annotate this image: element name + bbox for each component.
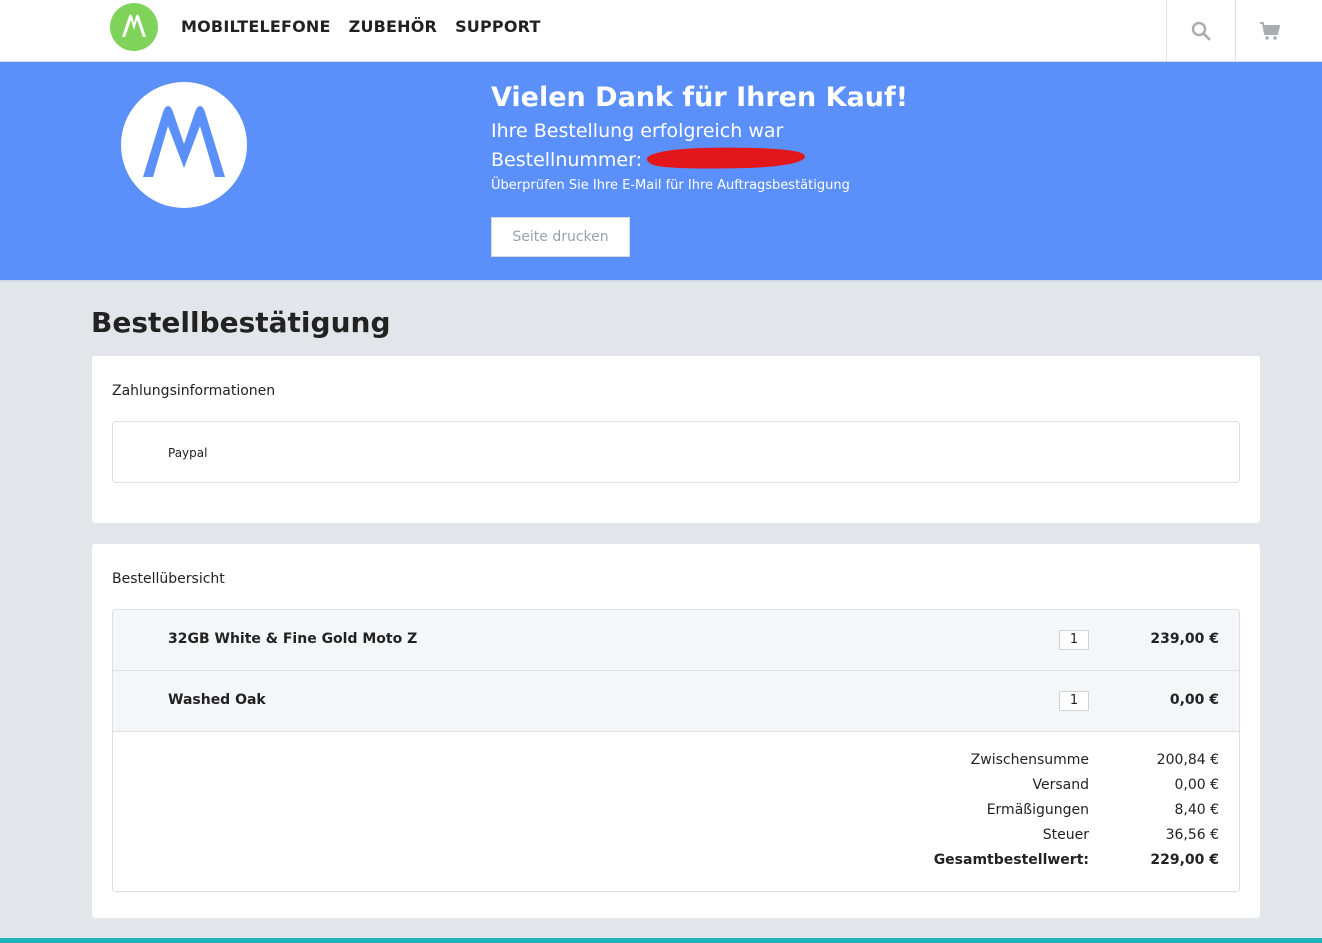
order-number-label: Bestellnummer: (491, 149, 642, 171)
grand-total-label: Gesamtbestellwert: (933, 852, 1089, 868)
nav-item-support[interactable]: SUPPORT (455, 17, 541, 36)
tax-label: Steuer (1042, 827, 1089, 843)
nav-item-zubehoer[interactable]: ZUBEHÖR (349, 17, 437, 36)
discounts-row: Ermäßigungen 8,40 € (113, 802, 1239, 822)
order-totals: Zwischensumme 200,84 € Versand 0,00 € Er… (113, 732, 1239, 891)
email-check-note: Überprüfen Sie Ihre E-Mail für Ihre Auft… (491, 178, 850, 193)
item-name: Washed Oak (168, 692, 266, 708)
order-number-redaction (646, 147, 806, 169)
order-summary-heading: Bestellübersicht (112, 571, 225, 587)
subtotal-row: Zwischensumme 200,84 € (113, 752, 1239, 772)
item-price: 0,00 € (1169, 692, 1219, 708)
order-item-row: 32GB White & Fine Gold Moto Z 1 239,00 € (113, 610, 1239, 671)
thank-you-title: Vielen Dank für Ihren Kauf! (491, 82, 909, 113)
order-items-box: 32GB White & Fine Gold Moto Z 1 239,00 €… (112, 609, 1240, 892)
order-item-row: Washed Oak 1 0,00 € (113, 671, 1239, 732)
shipping-label: Versand (1032, 777, 1090, 793)
footer-accent-line (0, 938, 1322, 943)
cart-button[interactable] (1235, 0, 1303, 61)
shipping-value: 0,00 € (1174, 777, 1219, 793)
tax-value: 36,56 € (1165, 827, 1219, 843)
search-icon (1191, 21, 1210, 40)
order-success-subtitle: Ihre Bestellung erfolgreich war (491, 120, 784, 142)
subtotal-label: Zwischensumme (970, 752, 1089, 768)
payment-method-box: Paypal (112, 421, 1240, 483)
tax-row: Steuer 36,56 € (113, 827, 1239, 847)
main-nav: MOBILTELEFONE ZUBEHÖR SUPPORT (181, 17, 541, 36)
item-quantity: 1 (1059, 630, 1089, 650)
page-title: Bestellbestätigung (91, 306, 391, 339)
search-button[interactable] (1166, 0, 1234, 61)
item-name: 32GB White & Fine Gold Moto Z (168, 631, 418, 647)
payment-info-heading: Zahlungsinformationen (112, 383, 276, 399)
payment-method-value: Paypal (168, 446, 208, 460)
payment-info-card: Zahlungsinformationen Paypal (92, 356, 1260, 523)
subtotal-value: 200,84 € (1156, 752, 1219, 768)
discounts-value: 8,40 € (1174, 802, 1219, 818)
item-price: 239,00 € (1150, 631, 1219, 647)
item-quantity: 1 (1059, 691, 1089, 711)
grand-total-value: 229,00 € (1150, 852, 1219, 868)
motorola-logo-icon[interactable] (110, 3, 158, 51)
print-page-button[interactable]: Seite drucken (491, 217, 630, 257)
grand-total-row: Gesamtbestellwert: 229,00 € (113, 852, 1239, 872)
top-navigation-bar: MOBILTELEFONE ZUBEHÖR SUPPORT (0, 0, 1322, 62)
motorola-big-logo-icon (121, 82, 247, 208)
order-summary-card: Bestellübersicht 32GB White & Fine Gold … (92, 544, 1260, 918)
discounts-label: Ermäßigungen (986, 802, 1089, 818)
confirmation-hero: Vielen Dank für Ihren Kauf! Ihre Bestell… (0, 62, 1322, 282)
cart-icon (1259, 21, 1280, 40)
shipping-row: Versand 0,00 € (113, 777, 1239, 797)
nav-item-mobiltelefone[interactable]: MOBILTELEFONE (181, 17, 331, 36)
